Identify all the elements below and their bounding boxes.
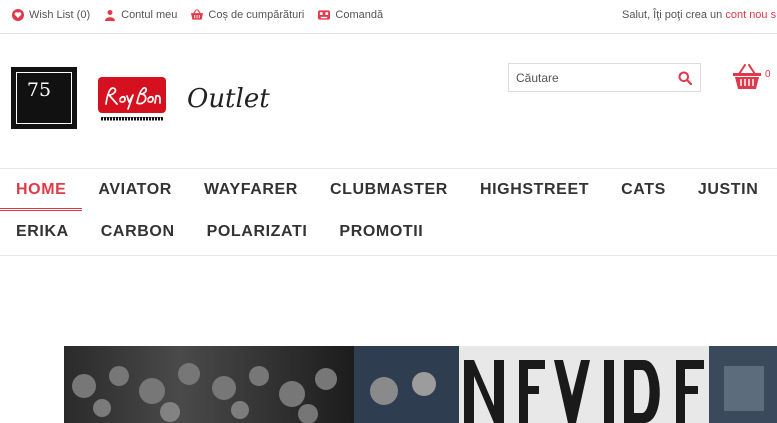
cart-link[interactable]: Coș de cumpărături <box>191 9 304 21</box>
account-link[interactable]: Contul meu <box>104 9 177 21</box>
nav-polarizati[interactable]: POLARIZATI <box>191 211 324 253</box>
heart-icon <box>12 9 24 21</box>
hero-banner-image[interactable] <box>64 346 777 423</box>
nav-wayfarer[interactable]: WAYFARER <box>188 169 314 211</box>
nav-clubmaster[interactable]: CLUBMASTER <box>314 169 464 211</box>
logo-75[interactable]: 75 <box>11 67 77 129</box>
nav-justin[interactable]: JUSTIN <box>682 169 775 211</box>
nav-row-1: HOME AVIATOR WAYFARER CLUBMASTER HIGHSTR… <box>0 169 774 211</box>
nav-row-2: ERIKA CARBON POLARIZATI PROMOTII <box>0 211 439 253</box>
nav-highstreet[interactable]: HIGHSTREET <box>464 169 605 211</box>
user-icon <box>104 9 116 21</box>
nav-cats[interactable]: CATS <box>605 169 682 211</box>
nav-aviator[interactable]: AVIATOR <box>82 169 188 211</box>
outlet-brand-text: Outlet <box>187 84 270 114</box>
nav-home[interactable]: HOME <box>0 169 83 211</box>
nav-carbon[interactable]: CARBON <box>85 211 191 253</box>
cart-button[interactable] <box>733 64 761 90</box>
rayban-logo[interactable] <box>98 77 166 124</box>
shopping-basket-icon <box>733 64 761 94</box>
cart-count: 0 <box>765 69 771 80</box>
logo-number: 75 <box>26 79 52 101</box>
wishlist-link[interactable]: Wish List (0) <box>12 9 90 21</box>
checkout-link[interactable]: Comandă <box>318 9 383 21</box>
top-links: Wish List (0) Contul meu Coș de cumpărăt… <box>12 9 383 21</box>
wishlist-label: Wish List (0) <box>29 9 91 21</box>
checkout-label: Comandă <box>335 9 384 21</box>
cart-link-label: Coș de cumpărături <box>208 9 305 21</box>
main-nav: HOME AVIATOR WAYFARER CLUBMASTER HIGHSTR… <box>0 168 777 256</box>
search-box <box>508 63 701 92</box>
welcome-message: Salut, Îţi poţi crea un cont nou s <box>622 9 776 21</box>
search-input[interactable] <box>509 64 683 91</box>
register-link[interactable]: cont nou s <box>725 9 776 21</box>
account-label: Contul meu <box>121 9 178 21</box>
order-icon <box>318 9 331 21</box>
nav-erika[interactable]: ERIKA <box>0 211 85 253</box>
welcome-text: Salut, Îţi poţi crea un <box>622 9 726 21</box>
search-icon[interactable] <box>678 71 693 86</box>
top-bar: Wish List (0) Contul meu Coș de cumpărăt… <box>0 0 777 34</box>
basket-icon <box>191 9 204 21</box>
nav-promotii[interactable]: PROMOTII <box>323 211 439 253</box>
